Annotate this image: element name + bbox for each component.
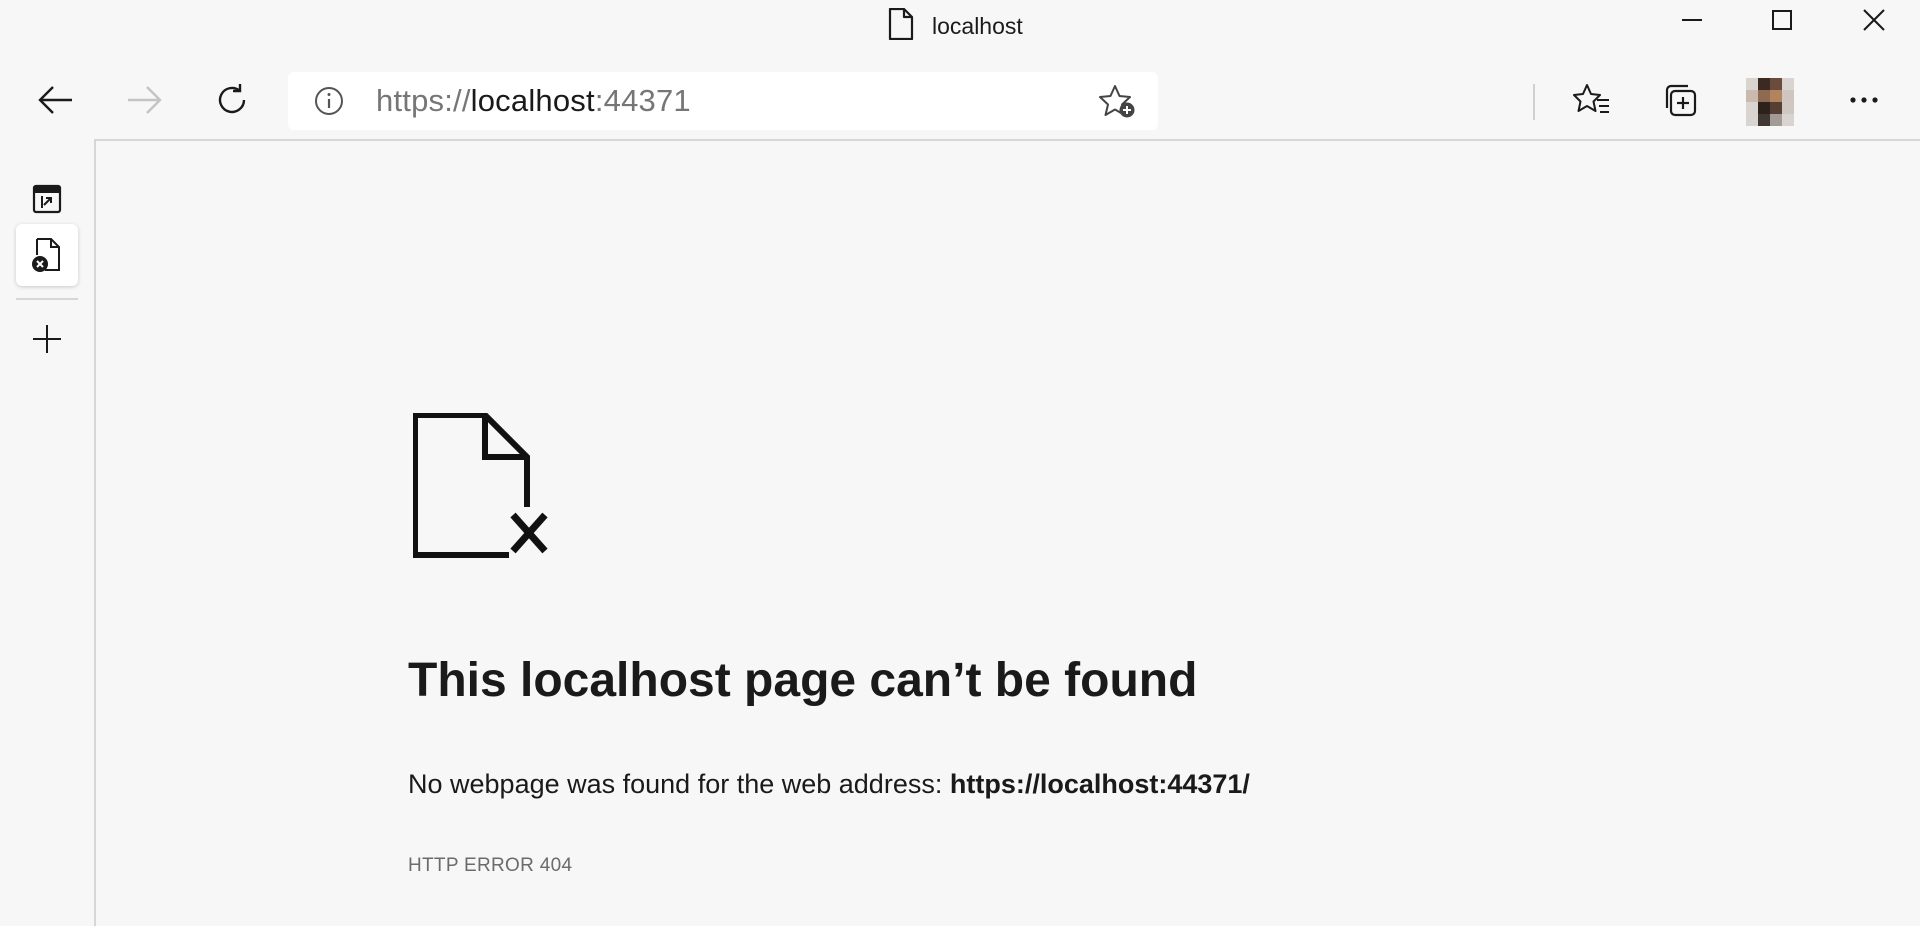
favorites-icon (1573, 84, 1609, 113)
tab-actions-icon (32, 184, 62, 214)
error-message-url: https://localhost:44371/ (949, 769, 1250, 799)
back-button[interactable] (26, 70, 86, 130)
collections-icon (1665, 84, 1697, 117)
star-add-icon[interactable] (1098, 84, 1138, 120)
more-button[interactable] (1834, 70, 1894, 130)
toolbar-divider (1533, 84, 1535, 120)
error-message: No webpage was found for the web address… (408, 769, 1250, 800)
url-host: localhost (470, 83, 595, 118)
maximize-icon (1772, 10, 1792, 30)
refresh-icon (218, 84, 246, 114)
info-icon[interactable] (314, 86, 344, 116)
arrow-right-icon (128, 86, 162, 114)
url-scheme: https:// (376, 83, 471, 118)
file-error-icon (413, 413, 548, 558)
more-icon (1850, 97, 1878, 103)
address-bar[interactable]: https://localhost:44371 (288, 72, 1158, 130)
title-bar: localhost (0, 0, 1920, 52)
error-page-icon (32, 238, 60, 272)
close-window-button[interactable] (1830, 0, 1918, 40)
error-code: HTTP ERROR 404 (408, 855, 573, 876)
url-port: :44371 (594, 83, 691, 118)
window-title: localhost (932, 12, 1023, 39)
page-icon (888, 7, 914, 45)
profile-avatar[interactable] (1746, 78, 1794, 126)
url-text[interactable]: https://localhost:44371 (376, 83, 691, 119)
new-tab-button[interactable] (16, 308, 78, 370)
plus-icon (33, 325, 61, 353)
vertical-tabs-sidebar (0, 140, 94, 926)
avatar-image (1746, 78, 1794, 126)
minimize-button[interactable] (1648, 0, 1736, 40)
sidebar-divider (16, 298, 78, 300)
maximize-button[interactable] (1738, 0, 1826, 40)
error-message-text: No webpage was found for the web address… (408, 769, 943, 799)
page-content: This localhost page can’t be found No we… (96, 141, 1920, 926)
forward-button[interactable] (114, 70, 174, 130)
window-title-group: localhost (888, 7, 1023, 45)
minimize-icon (1682, 19, 1702, 21)
refresh-button[interactable] (202, 70, 262, 130)
arrow-left-icon (38, 86, 72, 114)
browser-toolbar: https://localhost:44371 (0, 60, 1920, 140)
error-title: This localhost page can’t be found (408, 654, 1198, 707)
tab-localhost[interactable] (16, 224, 78, 286)
tab-actions-button[interactable] (16, 168, 78, 230)
favorites-button[interactable] (1562, 70, 1622, 130)
close-icon (1863, 9, 1885, 31)
collections-button[interactable] (1650, 70, 1710, 130)
